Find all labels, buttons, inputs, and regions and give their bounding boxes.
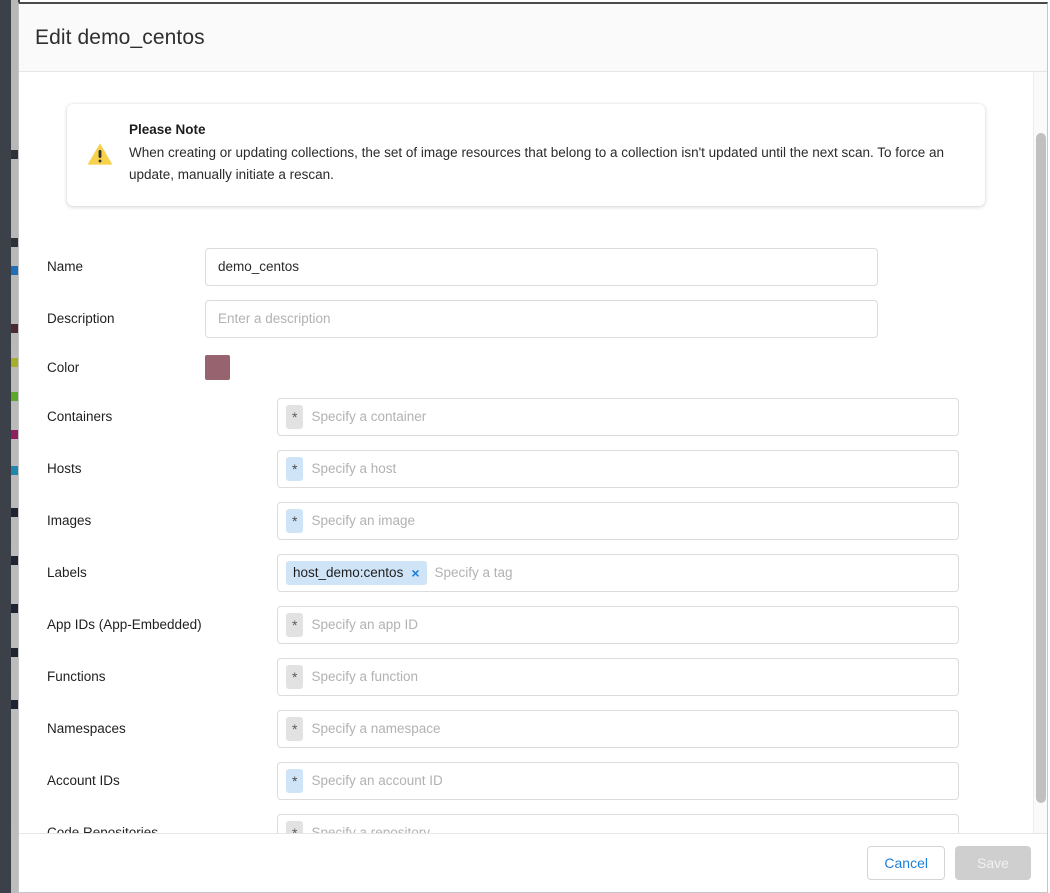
label-tagfield: Namespaces <box>19 721 205 736</box>
tag-input-placeholder: Specify a container <box>311 409 426 424</box>
wildcard-chip[interactable]: * <box>286 717 303 741</box>
label-tagfield: Images <box>19 513 205 528</box>
form-row-account-ids: Account IDs * Specify an account ID <box>19 762 1033 800</box>
background-dot <box>11 358 18 367</box>
background-dot <box>11 508 18 517</box>
tag-input-placeholder: Specify an image <box>311 513 415 528</box>
label-name: Name <box>19 259 205 274</box>
dialog-title: Edit demo_centos <box>35 26 205 50</box>
scrollbar-thumb[interactable] <box>1036 133 1046 803</box>
tag-input-placeholder: Specify a host <box>311 461 396 476</box>
label-tagfield: Labels <box>19 565 205 580</box>
form-row-labels: Labels host_demo:centos × Specify a tag <box>19 554 1033 592</box>
tag-input-field[interactable]: * Specify a function <box>277 658 959 696</box>
wildcard-chip[interactable]: * <box>286 405 303 429</box>
tag-field-rows: Containers * Specify a container Hosts * Spec… <box>19 398 1033 833</box>
background-dot <box>11 700 18 709</box>
remove-tag-icon[interactable]: × <box>411 566 419 580</box>
name-input[interactable]: demo_centos <box>205 248 878 286</box>
background-page-sliver <box>0 0 20 893</box>
wildcard-chip[interactable]: * <box>286 665 303 689</box>
edit-collection-dialog: Edit demo_centos Please Note When creati… <box>18 2 1048 893</box>
label-tagfield: Containers <box>19 409 205 424</box>
background-dot <box>11 430 18 439</box>
tag-input-placeholder: Specify an account ID <box>311 773 442 788</box>
notice-title: Please Note <box>129 122 963 137</box>
vertical-scrollbar[interactable] <box>1033 72 1047 833</box>
tag-input-placeholder: Specify an app ID <box>311 617 418 632</box>
tag-chip-label: host_demo:centos <box>293 566 403 580</box>
dialog-header: Edit demo_centos <box>19 4 1047 72</box>
wildcard-chip[interactable]: * <box>286 613 303 637</box>
form-row-code-repositories: Code Repositories * Specify a repository <box>19 814 1033 833</box>
tag-input-field[interactable]: * Specify an account ID <box>277 762 959 800</box>
tag-input-placeholder: Specify a function <box>311 669 418 684</box>
form-row-functions: Functions * Specify a function <box>19 658 1033 696</box>
notice-banner: Please Note When creating or updating co… <box>67 104 985 206</box>
dialog-footer: Cancel Save <box>19 833 1047 892</box>
background-dot <box>11 466 18 475</box>
dialog-body: Please Note When creating or updating co… <box>19 72 1047 833</box>
background-dot <box>11 150 18 159</box>
wildcard-chip[interactable]: * <box>286 457 303 481</box>
wildcard-chip[interactable]: * <box>286 509 303 533</box>
wildcard-chip[interactable]: * <box>286 769 303 793</box>
tag-input-field[interactable]: * Specify a host <box>277 450 959 488</box>
form-row-images: Images * Specify an image <box>19 502 1033 540</box>
form-row-name: Name demo_centos <box>19 248 1033 286</box>
dialog-scroll-area: Please Note When creating or updating co… <box>19 72 1033 833</box>
warning-triangle-icon <box>85 139 115 169</box>
form-row-containers: Containers * Specify a container <box>19 398 1033 436</box>
background-dot <box>11 556 18 565</box>
background-dot <box>11 324 18 333</box>
tag-chip[interactable]: host_demo:centos × <box>286 561 427 585</box>
wildcard-chip[interactable]: * <box>286 821 303 833</box>
tag-input-field[interactable]: * Specify a container <box>277 398 959 436</box>
tag-input-field[interactable]: * Specify an app ID <box>277 606 959 644</box>
tag-input-placeholder: Specify a tag <box>435 565 513 580</box>
label-tagfield: App IDs (App-Embedded) <box>19 617 205 632</box>
tag-input-field[interactable]: host_demo:centos × Specify a tag <box>277 554 959 592</box>
color-swatch-button[interactable] <box>205 355 230 380</box>
background-dot <box>11 392 18 401</box>
form-row-namespaces: Namespaces * Specify a namespace <box>19 710 1033 748</box>
label-tagfield: Functions <box>19 669 205 684</box>
cancel-button[interactable]: Cancel <box>867 846 945 880</box>
label-tagfield: Hosts <box>19 461 205 476</box>
label-tagfield: Code Repositories <box>19 825 205 833</box>
description-input[interactable]: Enter a description <box>205 300 878 338</box>
background-sidebar-strip <box>11 0 18 893</box>
tag-input-field[interactable]: * Specify a namespace <box>277 710 959 748</box>
notice-text-block: Please Note When creating or updating co… <box>129 122 963 186</box>
label-color: Color <box>19 360 205 375</box>
collection-form: Name demo_centos Description Enter a des… <box>19 248 1033 833</box>
save-button: Save <box>955 846 1031 880</box>
form-row-description: Description Enter a description <box>19 300 1033 338</box>
background-dot <box>11 238 18 247</box>
background-dot <box>11 266 18 275</box>
background-dot <box>11 648 18 657</box>
notice-body: When creating or updating collections, t… <box>129 142 963 186</box>
label-description: Description <box>19 311 205 326</box>
form-row-app-ids-app-embedded: App IDs (App-Embedded) * Specify an app ID <box>19 606 1033 644</box>
tag-input-placeholder: Specify a repository <box>311 825 430 833</box>
tag-input-field[interactable]: * Specify a repository <box>277 814 959 833</box>
form-row-color: Color <box>19 352 1033 384</box>
tag-input-placeholder: Specify a namespace <box>311 721 440 736</box>
background-dot <box>11 604 18 613</box>
tag-input-field[interactable]: * Specify an image <box>277 502 959 540</box>
label-tagfield: Account IDs <box>19 773 205 788</box>
form-row-hosts: Hosts * Specify a host <box>19 450 1033 488</box>
